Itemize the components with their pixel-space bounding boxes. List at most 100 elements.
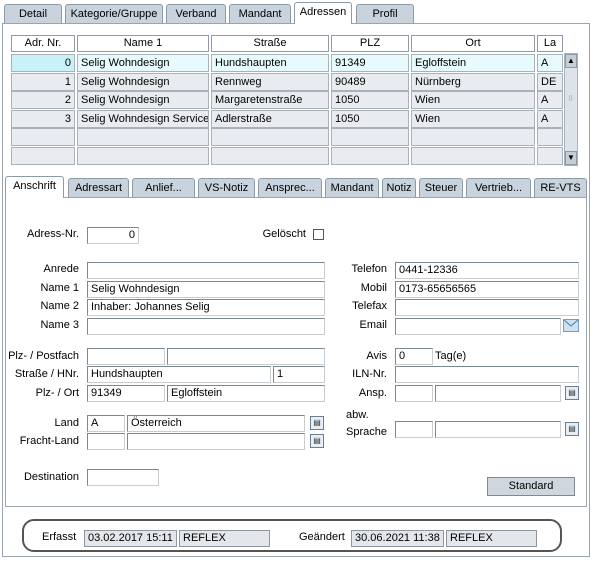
sprache-lookup-icon[interactable]: ▤ [565,422,579,436]
grid-cell-strasse[interactable]: Rennweg [211,72,329,91]
grid-cell-name1[interactable]: Selig Wohndesign Service [77,109,209,128]
grid-cell-name1[interactable] [77,128,209,146]
grid-cell-land[interactable]: A [537,54,563,72]
grid-cell-plz[interactable]: 91349 [331,54,409,72]
grid-cell-adr-nr[interactable] [11,146,75,165]
anrede-field[interactable] [87,262,325,279]
tab-re-vts[interactable]: RE-VTS [534,178,587,197]
avis-field[interactable]: 0 [395,348,433,365]
grid-cell-strasse[interactable]: Hundshaupten [211,54,329,72]
tab-vertrieb[interactable]: Vertrieb... [466,178,531,197]
tab-verband[interactable]: Verband [166,4,226,23]
tab-adressen[interactable]: Adressen [294,2,352,24]
grid-cell-adr-nr[interactable] [11,128,75,146]
grid-cell-plz[interactable]: 90489 [331,72,409,91]
grid-cell-plz[interactable] [331,128,409,146]
grid-cell-ort[interactable] [411,128,535,146]
grid-cell-adr-nr[interactable]: 0 [11,54,75,72]
geloescht-checkbox[interactable] [313,229,324,240]
grid-cell-name1[interactable]: Selig Wohndesign [77,91,209,109]
col-header-name1[interactable]: Name 1 [77,35,209,52]
tab-anschrift[interactable]: Anschrift [5,176,64,198]
grid-cell-plz[interactable] [331,146,409,165]
tab-steuer[interactable]: Steuer [419,178,463,197]
tab-adressart[interactable]: Adressart [68,178,129,197]
telefon-field[interactable]: 0441-12336 [395,262,579,279]
grid-cell-strasse[interactable] [211,146,329,165]
tab-mandant[interactable]: Mandant [229,4,291,23]
grid-cell-name1[interactable]: Selig Wohndesign [77,72,209,91]
land-label: Land [54,417,79,429]
grid-cell-land[interactable] [537,146,563,165]
grid-cell-name1[interactable] [77,146,209,165]
grid-cell-land[interactable] [537,128,563,146]
mail-icon[interactable] [563,319,579,332]
grid-cell-land[interactable]: DE [537,72,563,91]
grid-cell-ort[interactable]: Nürnberg [411,72,535,91]
standard-button[interactable]: Standard [487,477,575,496]
grid-cell-strasse[interactable]: Margaretenstraße [211,91,329,109]
geaendert-date-field: 30.06.2021 11:38 [351,530,444,547]
tab-notiz[interactable]: Notiz [382,178,416,197]
grid-scrollbar[interactable]: ▲ ⠿ ▼ [564,53,578,166]
col-header-ort[interactable]: Ort [411,35,535,52]
grid-cell-ort[interactable] [411,146,535,165]
col-header-land[interactable]: La [537,35,563,52]
grid-cell-name1[interactable]: Selig Wohndesign [77,54,209,72]
fracht-land-lookup-icon[interactable]: ▤ [310,434,324,448]
telefax-field[interactable] [395,299,579,316]
geloescht-label: Gelöscht [262,228,306,240]
hnr-field[interactable]: 1 [273,366,325,383]
tab-kategorie-gruppe[interactable]: Kategorie/Gruppe [65,4,163,23]
grid-cell-ort[interactable]: Wien [411,91,535,109]
grid-cell-ort[interactable]: Wien [411,109,535,128]
plz-field[interactable]: 91349 [87,385,165,402]
plz-postfach-field[interactable] [87,348,165,365]
mobil-field[interactable]: 0173-65656565 [395,281,579,298]
tab-anlieferung[interactable]: Anlief... [132,178,195,197]
grid-cell-ort[interactable]: Egloffstein [411,54,535,72]
ansp-code-field[interactable] [395,385,433,402]
tab-ansprechpartner[interactable]: Ansprec... [258,178,322,197]
name3-field[interactable] [87,318,325,335]
col-header-adr-nr[interactable]: Adr. Nr. [11,35,75,52]
strasse-field[interactable]: Hundshaupten [87,366,271,383]
tab-vs-notiz[interactable]: VS-Notiz [198,178,255,197]
tab-profil[interactable]: Profil [356,4,414,23]
iln-label: ILN-Nr. [352,368,387,380]
sprache-name-field[interactable] [435,421,561,438]
fracht-land-code-field[interactable] [87,433,125,450]
destination-field[interactable] [87,469,159,486]
land-code-field[interactable]: A [87,415,125,432]
grid-cell-strasse[interactable]: Adlerstraße [211,109,329,128]
col-header-plz[interactable]: PLZ [331,35,409,52]
grid-cell-adr-nr[interactable]: 3 [11,109,75,128]
ort-field[interactable]: Egloffstein [167,385,325,402]
land-lookup-icon[interactable]: ▤ [310,416,324,430]
postfach-field[interactable] [167,348,325,365]
name2-field[interactable]: Inhaber: Johannes Selig [87,299,325,316]
grid-cell-plz[interactable]: 1050 [331,91,409,109]
col-header-strasse[interactable]: Straße [211,35,329,52]
tab-detail[interactable]: Detail [4,4,62,23]
grid-cell-land[interactable]: A [537,109,563,128]
land-name-field[interactable]: Österreich [127,415,305,432]
grid-cell-adr-nr[interactable]: 2 [11,91,75,109]
scroll-grip-icon[interactable]: ⠿ [568,96,574,112]
scroll-up-icon[interactable]: ▲ [565,54,577,68]
grid-cell-land[interactable]: A [537,91,563,109]
grid-cell-adr-nr[interactable]: 1 [11,72,75,91]
adress-nr-field[interactable]: 0 [87,227,139,244]
tab-mandant-sub[interactable]: Mandant [325,178,379,197]
ansp-name-field[interactable] [435,385,561,402]
iln-field[interactable] [395,366,579,383]
sprache-code-field[interactable] [395,421,433,438]
name3-label: Name 3 [40,319,79,331]
ansp-lookup-icon[interactable]: ▤ [565,386,579,400]
scroll-down-icon[interactable]: ▼ [565,151,577,165]
grid-cell-strasse[interactable] [211,128,329,146]
fracht-land-name-field[interactable] [127,433,305,450]
email-field[interactable] [395,318,561,335]
name1-field[interactable]: Selig Wohndesign [87,281,325,298]
grid-cell-plz[interactable]: 1050 [331,109,409,128]
